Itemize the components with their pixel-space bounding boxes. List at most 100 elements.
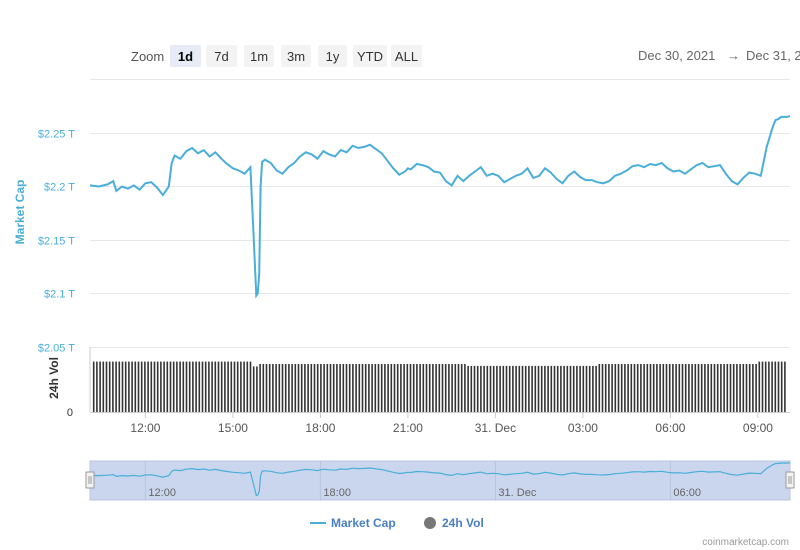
volume-bar — [396, 364, 399, 412]
legend-label-24h-vol: 24h Vol — [442, 516, 484, 530]
volume-bar — [236, 361, 239, 412]
volume-bar — [185, 361, 188, 412]
zoom-button-label: 1m — [250, 49, 268, 64]
volume-bar — [598, 364, 601, 412]
volume-bar — [406, 364, 409, 412]
x-tick-label: 15:00 — [218, 421, 248, 435]
volume-bar — [729, 364, 732, 412]
x-tick-label: 18:00 — [305, 421, 335, 435]
volume-bar — [432, 364, 434, 412]
zoom-button-1y[interactable]: 1y — [318, 45, 347, 67]
volume-bar — [499, 365, 501, 412]
legend-item-market-cap[interactable]: Market Cap — [310, 516, 396, 530]
volume-bar — [608, 364, 610, 412]
volume-bar — [240, 361, 242, 412]
volume-bar — [777, 361, 780, 412]
volume-bar — [492, 365, 495, 412]
volume-bar — [211, 361, 213, 412]
volume-bar — [409, 364, 412, 412]
volume-bar — [576, 365, 578, 412]
zoom-button-3m[interactable]: 3m — [281, 45, 311, 67]
volume-bar — [425, 364, 428, 412]
volume-bar — [124, 361, 127, 412]
volume-bar — [384, 364, 386, 412]
volume-bar — [710, 364, 713, 412]
series-line-market-cap[interactable] — [89, 114, 791, 299]
legend-label-market-cap: Market Cap — [331, 516, 396, 530]
zoom-button-1m[interactable]: 1m — [244, 45, 274, 67]
volume-bar — [755, 364, 757, 412]
credit-link[interactable]: coinmarketcap.com — [702, 537, 789, 548]
volume-bar — [176, 361, 178, 412]
volume-bar — [732, 364, 735, 412]
date-range-from[interactable]: Dec 30, 2021 — [638, 48, 715, 63]
volume-bar — [147, 361, 149, 412]
zoom-button-ytd[interactable]: YTD — [353, 45, 387, 67]
volume-bar — [268, 364, 271, 412]
volume-bar — [297, 364, 300, 412]
zoom-button-label: 7d — [214, 49, 228, 64]
zoom-button-1d[interactable]: 1d — [170, 45, 201, 67]
y-axis-ticks: $2.25 T $2.2 T $2.15 T $2.1 T $2.05 T — [38, 129, 75, 355]
volume-bar — [259, 364, 261, 412]
volume-bar — [169, 361, 172, 412]
volume-bar — [320, 364, 322, 412]
volume-bar — [195, 361, 197, 412]
volume-bar — [393, 364, 396, 412]
zoom-button-all[interactable]: ALL — [391, 45, 422, 67]
range-navigator[interactable]: 12:00 18:00 31. Dec 06:00 — [85, 460, 795, 501]
volume-bar — [368, 364, 370, 412]
volume-bar — [208, 361, 210, 412]
volume-bar — [105, 361, 108, 412]
volume-bar — [579, 365, 581, 412]
volume-bar — [144, 361, 146, 412]
volume-bar — [675, 364, 677, 412]
volume-bar — [284, 364, 287, 412]
zoom-button-label: YTD — [357, 49, 383, 64]
volume-bar — [496, 365, 498, 412]
volume-bar — [720, 364, 722, 412]
volume-bar — [643, 364, 645, 412]
volume-bar — [214, 361, 217, 412]
volume-bar — [115, 361, 117, 412]
volume-bar — [592, 365, 594, 412]
volume-bar — [668, 364, 671, 412]
volume-bar — [550, 365, 553, 412]
volume-bar — [412, 364, 415, 412]
navigator-tick-label: 12:00 — [148, 487, 176, 499]
x-tick-label: 21:00 — [393, 421, 423, 435]
volume-bar — [646, 364, 649, 412]
volume-bar — [374, 364, 377, 412]
date-range-to[interactable]: Dec 31, 2 — [746, 48, 800, 63]
volume-bar — [345, 364, 348, 412]
volume-bar — [572, 365, 575, 412]
volume-bar — [569, 365, 572, 412]
volume-bar — [448, 364, 450, 412]
volume-bar — [649, 364, 652, 412]
volume-bar — [582, 365, 585, 412]
legend-item-24h-vol[interactable]: 24h Vol — [424, 516, 484, 530]
x-tick-label: 31. Dec — [475, 421, 516, 435]
volume-bar — [332, 364, 335, 412]
volume-bar — [694, 364, 697, 412]
navigator-handle-right[interactable] — [785, 471, 795, 489]
volume-bar — [230, 361, 233, 412]
volume-bar — [758, 361, 761, 412]
y-axis-label: Market Cap — [13, 180, 27, 245]
volume-bar — [617, 364, 620, 412]
volume-bar — [633, 364, 636, 412]
zoom-label: Zoom — [131, 49, 164, 64]
volume-bar — [451, 364, 453, 412]
x-tick-label: 12:00 — [130, 421, 160, 435]
zoom-button-7d[interactable]: 7d — [206, 45, 237, 67]
volume-bar — [179, 361, 181, 412]
volume-bar — [771, 361, 773, 412]
legend-circle-symbol — [424, 517, 436, 529]
volume-bar — [137, 361, 140, 412]
volume-bar — [691, 364, 693, 412]
volume-bar — [476, 365, 479, 412]
volume-bar — [128, 361, 130, 412]
volume-bar — [457, 364, 460, 412]
volume-bar — [377, 364, 380, 412]
navigator-handle-left[interactable] — [85, 471, 95, 489]
